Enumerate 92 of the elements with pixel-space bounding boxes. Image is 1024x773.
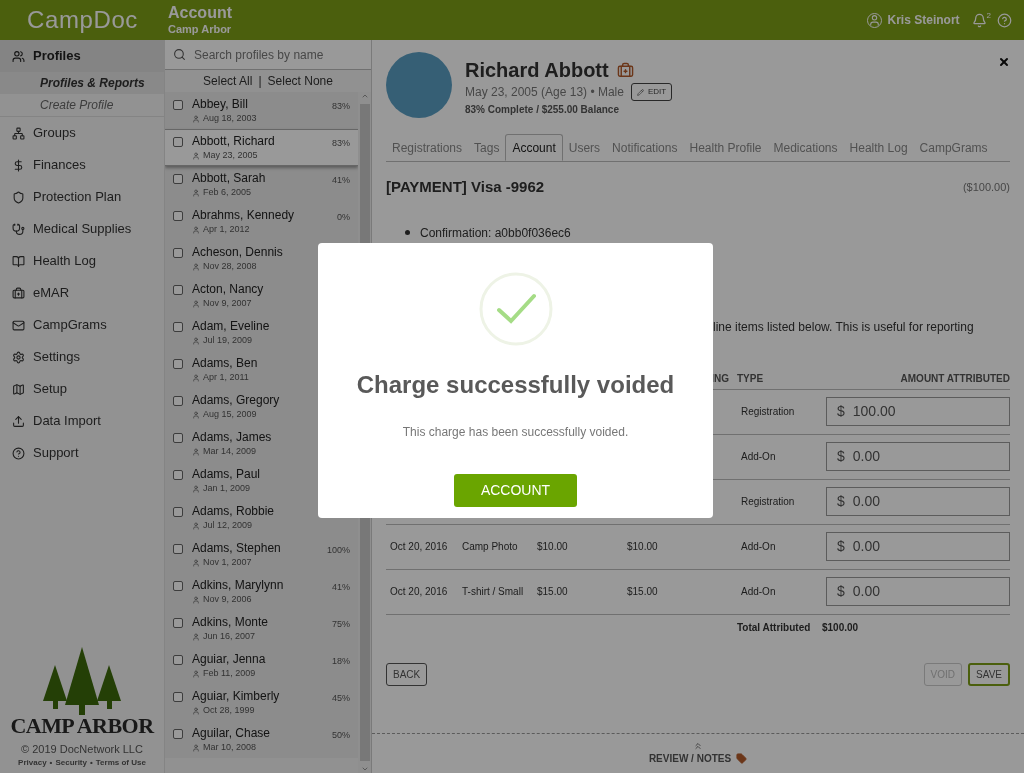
confirmation-text: Confirmation: a0bb0f036ec6 xyxy=(420,224,571,242)
profile-name: Adkins, Monte xyxy=(192,615,270,630)
completion-percent: 50% xyxy=(332,729,350,742)
profile-name: Adams, James xyxy=(192,430,273,445)
completion-percent: 83% xyxy=(332,137,350,150)
profile-name: Aguiar, Jenna xyxy=(192,652,267,667)
birth-date: Apr 1, 2011 xyxy=(203,371,249,384)
profile-name: Adams, Robbie xyxy=(192,504,276,519)
amount-value: 100.00 xyxy=(852,402,896,421)
completion-percent: 41% xyxy=(332,581,350,594)
completion-percent: 18% xyxy=(332,655,350,668)
link-separator: • xyxy=(89,757,93,769)
profile-name-title: Richard Abbott xyxy=(465,58,609,82)
page-title: Account xyxy=(168,4,232,22)
brand-name: CAMP ARBOR xyxy=(10,714,154,737)
currency-symbol: $ xyxy=(837,537,845,556)
total-label: Total Attributed xyxy=(737,621,812,635)
table-cell-text: $10.00 xyxy=(537,540,569,554)
completion-percent: 45% xyxy=(332,692,350,705)
profile-name: Adam, Eveline xyxy=(192,319,271,334)
table-cell-text: Oct 20, 2016 xyxy=(390,585,449,599)
profile-name: Adkins, Marylynn xyxy=(192,578,285,593)
dialog-title: Charge successfully voided xyxy=(356,370,675,400)
birth-date: Jul 19, 2009 xyxy=(203,334,253,347)
dialog-message: This charge has been successfully voided. xyxy=(402,424,629,441)
birth-date: Aug 18, 2003 xyxy=(203,112,257,125)
profile-name: Aguilar, Chase xyxy=(192,726,272,741)
page-subtitle: Camp Arbor xyxy=(168,22,232,36)
completion-percent: 41% xyxy=(332,174,350,187)
table-cell-text: $15.00 xyxy=(627,585,659,599)
amount-value: 0.00 xyxy=(852,492,881,511)
table-cell-text: Camp Photo xyxy=(462,540,519,554)
birth-date: Nov 1, 2007 xyxy=(203,556,252,569)
profile-name: Adams, Ben xyxy=(192,356,259,371)
description-text: line items listed below. This is useful for reporting xyxy=(713,319,974,334)
birth-date: May 23, 2005 xyxy=(203,149,258,162)
amount-value: 0.00 xyxy=(852,582,881,601)
profile-name: Adams, Paul xyxy=(192,467,262,482)
search-placeholder: Search profiles by name xyxy=(194,46,325,64)
profile-name: Abbott, Richard xyxy=(192,134,276,149)
profile-name: Abbey, Bill xyxy=(192,97,249,112)
table-cell-text: Registration xyxy=(741,405,796,419)
profile-name: Adams, Stephen xyxy=(192,541,282,556)
birth-date: Nov 9, 2006 xyxy=(203,593,252,606)
notification-count: 2 xyxy=(986,10,991,22)
table-cell-text: Registration xyxy=(741,495,796,509)
profile-details: May 23, 2005 (Age 13) • Male xyxy=(465,84,624,101)
birth-date: Mar 14, 2009 xyxy=(203,445,257,458)
payment-amount: ($100.00) xyxy=(962,180,1010,195)
profile-name: Acton, Nancy xyxy=(192,282,265,297)
table-cell-text: Add-On xyxy=(741,450,777,464)
birth-date: Aug 15, 2009 xyxy=(203,408,257,421)
birth-date: Mar 10, 2008 xyxy=(203,741,257,754)
profile-summary: 83% Complete / $255.00 Balance xyxy=(465,103,620,117)
birth-date: Oct 28, 1999 xyxy=(203,704,255,717)
table-cell-text: T-shirt / Small xyxy=(462,585,525,599)
completion-percent: 0% xyxy=(337,211,350,224)
birth-date: Nov 9, 2007 xyxy=(203,297,252,310)
currency-symbol: $ xyxy=(837,582,845,601)
table-cell-text: $15.00 xyxy=(537,585,569,599)
currency-symbol: $ xyxy=(837,492,845,511)
table-cell-text: Oct 20, 2016 xyxy=(390,540,449,554)
profile-name: Acheson, Dennis xyxy=(192,245,284,260)
copyright-text: © 2019 DocNetwork LLC xyxy=(21,741,143,757)
column-header: TYPE xyxy=(737,371,765,386)
birth-date: Nov 28, 2008 xyxy=(203,260,257,273)
link-separator: • xyxy=(49,757,53,769)
table-cell-text: Add-On xyxy=(741,585,777,599)
review-notes-label: REVIEW / NOTES xyxy=(648,752,732,766)
amount-value: 0.00 xyxy=(852,537,881,556)
birth-date: Jul 12, 2009 xyxy=(203,519,253,532)
completion-percent: 75% xyxy=(332,618,350,631)
birth-date: Apr 1, 2012 xyxy=(203,223,250,236)
column-header: AMOUNT ATTRIBUTED xyxy=(900,371,1010,386)
divider-text: | xyxy=(258,73,262,90)
profile-name: Aguiar, Kimberly xyxy=(192,689,281,704)
table-cell-text: $10.00 xyxy=(627,540,659,554)
profile-name: Adams, Gregory xyxy=(192,393,281,408)
total-value: $100.00 xyxy=(822,621,860,635)
birth-date: Feb 11, 2009 xyxy=(203,667,256,680)
completion-percent: 83% xyxy=(332,100,350,113)
amount-value: 0.00 xyxy=(852,447,881,466)
currency-symbol: $ xyxy=(837,447,845,466)
birth-date: Jun 16, 2007 xyxy=(203,630,256,643)
birth-date: Jan 1, 2009 xyxy=(203,482,251,495)
birth-date: Feb 6, 2005 xyxy=(203,186,252,199)
profile-name: Abbott, Sarah xyxy=(192,171,267,186)
profile-name: Abrahms, Kennedy xyxy=(192,208,296,223)
table-cell-text: Add-On xyxy=(741,540,777,554)
completion-percent: 100% xyxy=(326,544,350,557)
payment-title: [PAYMENT] Visa -9962 xyxy=(386,177,545,197)
currency-symbol: $ xyxy=(837,402,845,421)
